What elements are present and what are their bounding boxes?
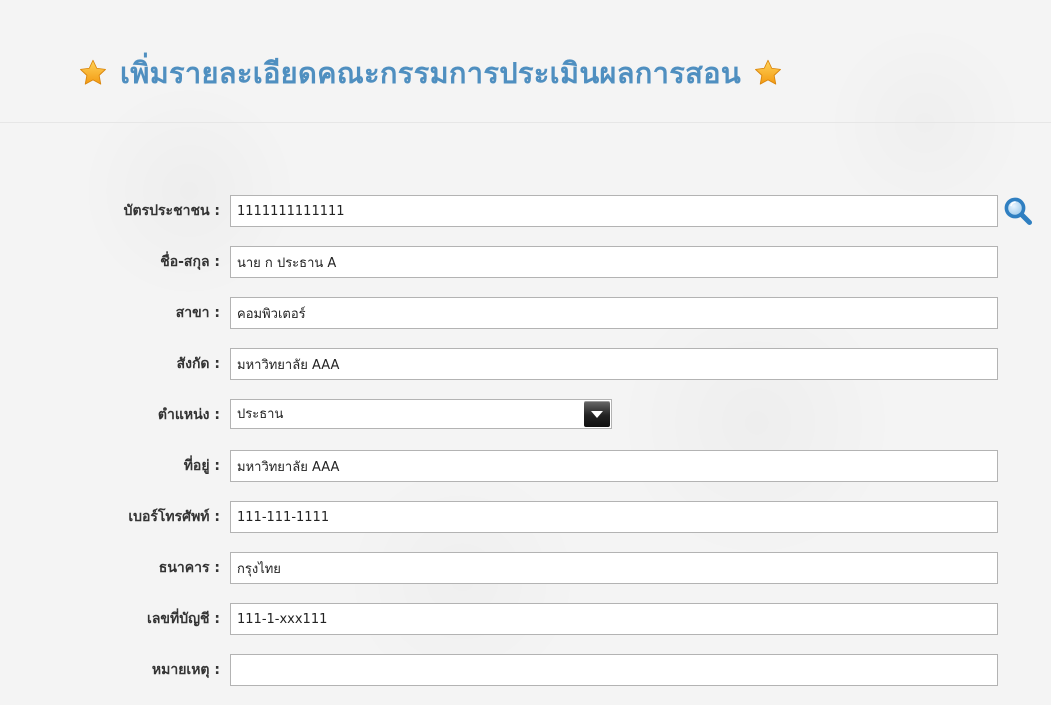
address-label: ที่อยู่ : [183, 458, 220, 474]
account-number-input[interactable] [230, 603, 998, 635]
remarks-label: หมายเหตุ : [151, 662, 220, 678]
position-select-value: ประธาน [237, 407, 284, 422]
star-icon [755, 59, 781, 85]
title-row: เพิ่มรายละเอียดคณะกรรมการประเมินผลการสอน [78, 48, 783, 98]
affiliation-input[interactable] [230, 348, 998, 380]
position-row: ตำแหน่ง : ประธาน [0, 399, 1051, 450]
full-name-label: ชื่อ-สกุล : [160, 254, 220, 270]
star-icon [80, 59, 106, 85]
full-name-input[interactable] [230, 246, 998, 278]
page-header: เพิ่มรายละเอียดคณะกรรมการประเมินผลการสอน [0, 0, 1051, 123]
account-number-label: เลขที่บัญชี : [147, 611, 220, 627]
bank-input[interactable] [230, 552, 998, 584]
address-row: ที่อยู่ : [0, 450, 1051, 501]
branch-label: สาขา : [175, 305, 220, 321]
phone-row: เบอร์โทรศัพท์ : [0, 501, 1051, 552]
position-select[interactable]: ประธาน [230, 399, 612, 429]
search-icon[interactable] [1003, 196, 1033, 226]
full-name-row: ชื่อ-สกุล : [0, 246, 1051, 297]
affiliation-row: สังกัด : [0, 348, 1051, 399]
position-label: ตำแหน่ง : [157, 407, 220, 423]
address-input[interactable] [230, 450, 998, 482]
account-number-row: เลขที่บัญชี : [0, 603, 1051, 654]
phone-label: เบอร์โทรศัพท์ : [128, 509, 220, 525]
citizen-id-label: บัตรประชาชน : [123, 203, 220, 219]
remarks-input[interactable] [230, 654, 998, 686]
position-dropdown-button[interactable] [584, 401, 610, 427]
chevron-down-icon [591, 411, 603, 418]
branch-input[interactable] [230, 297, 998, 329]
branch-row: สาขา : [0, 297, 1051, 348]
remarks-row: หมายเหตุ : [0, 654, 1051, 705]
bank-row: ธนาคาร : [0, 552, 1051, 603]
bank-label: ธนาคาร : [158, 560, 220, 576]
phone-input[interactable] [230, 501, 998, 533]
citizen-id-row: บัตรประชาชน : [0, 195, 1051, 246]
affiliation-label: สังกัด : [176, 356, 220, 372]
citizen-id-input[interactable] [230, 195, 998, 227]
page-title: เพิ่มรายละเอียดคณะกรรมการประเมินผลการสอน [120, 56, 741, 90]
committee-form: บัตรประชาชน : ชื่อ-สกุล : สาขา : สังกัด … [0, 195, 1051, 705]
